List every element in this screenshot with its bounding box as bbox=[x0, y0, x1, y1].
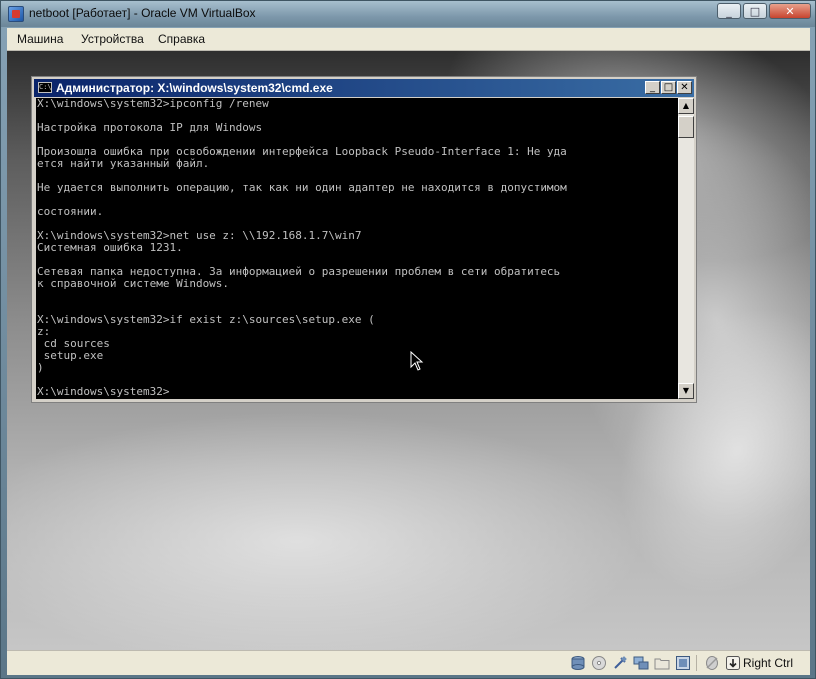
optical-drive-icon[interactable] bbox=[591, 655, 607, 671]
cmd-window-controls: _ □ ✕ bbox=[645, 81, 692, 94]
console-line: z: bbox=[37, 325, 51, 338]
console-line: cd sources bbox=[37, 337, 110, 350]
cmd-icon[interactable]: C:\ bbox=[38, 82, 52, 93]
menu-machine[interactable]: Машина bbox=[17, 32, 63, 46]
minimize-button[interactable]: _ bbox=[717, 3, 741, 19]
cmd-window: C:\ Администратор: X:\windows\system32\c… bbox=[31, 76, 697, 403]
scrollbar-thumb[interactable] bbox=[678, 116, 694, 138]
vm-display[interactable]: C:\ Администратор: X:\windows\system32\c… bbox=[7, 51, 810, 650]
console-line: X:\windows\system32>ipconfig /renew bbox=[37, 98, 269, 110]
network-icon[interactable] bbox=[633, 655, 649, 671]
cmd-title-bar[interactable]: C:\ Администратор: X:\windows\system32\c… bbox=[34, 79, 694, 97]
usb-icon[interactable] bbox=[612, 655, 628, 671]
background-light-streak bbox=[7, 411, 647, 650]
hard-disk-icon[interactable] bbox=[570, 655, 586, 671]
virtualbox-window: netboot [Работает] - Oracle VM VirtualBo… bbox=[0, 0, 816, 679]
console-line: setup.exe bbox=[37, 349, 104, 362]
display-icon[interactable] bbox=[675, 655, 691, 671]
cmd-maximize-button[interactable]: □ bbox=[661, 81, 676, 94]
status-separator bbox=[696, 655, 697, 671]
scroll-up-arrow-icon[interactable]: ▲ bbox=[678, 98, 694, 114]
console-line: к справочной системе Windows. bbox=[37, 277, 230, 290]
cmd-minimize-button[interactable]: _ bbox=[645, 81, 660, 94]
console-line: состоянии. bbox=[37, 205, 104, 218]
virtualbox-app-icon[interactable] bbox=[8, 6, 24, 22]
console-scrollbar[interactable]: ▲ ▼ bbox=[678, 98, 694, 399]
cmd-title: Администратор: X:\windows\system32\cmd.e… bbox=[56, 81, 333, 95]
console-line: ется найти указанный файл. bbox=[37, 157, 210, 170]
menu-help[interactable]: Справка bbox=[158, 32, 205, 46]
console-line: X:\windows\system32>if exist z:\sources\… bbox=[37, 313, 375, 326]
cmd-close-button[interactable]: ✕ bbox=[677, 81, 692, 94]
console-output[interactable]: X:\windows\system32>ipconfig /renew Наст… bbox=[36, 98, 678, 399]
console-line: Системная ошибка 1231. bbox=[37, 241, 183, 254]
console-line: Настройка протокола IP для Windows bbox=[37, 121, 263, 134]
host-key-label: Right Ctrl bbox=[743, 656, 794, 670]
console-prompt[interactable]: X:\windows\system32> bbox=[36, 386, 678, 398]
console-line: Не удается выполнить операцию, так как н… bbox=[37, 181, 567, 194]
menu-devices[interactable]: Устройства bbox=[81, 32, 144, 46]
status-bar: Right Ctrl bbox=[7, 650, 810, 675]
mouse-pointer-icon bbox=[410, 351, 424, 371]
maximize-button[interactable]: □ bbox=[743, 3, 767, 19]
title-bar[interactable]: netboot [Работает] - Oracle VM VirtualBo… bbox=[1, 1, 815, 27]
window-title: netboot [Работает] - Oracle VM VirtualBo… bbox=[29, 6, 256, 20]
scroll-down-arrow-icon[interactable]: ▼ bbox=[678, 383, 694, 399]
mouse-integration-icon[interactable] bbox=[704, 655, 720, 671]
close-button[interactable]: ✕ bbox=[769, 3, 811, 19]
host-key-icon[interactable] bbox=[725, 655, 741, 671]
console-line: ) bbox=[37, 361, 44, 374]
window-controls: _ □ ✕ bbox=[717, 3, 811, 19]
shared-folders-icon[interactable] bbox=[654, 655, 670, 671]
menu-bar: Машина Устройства Справка bbox=[7, 28, 810, 51]
